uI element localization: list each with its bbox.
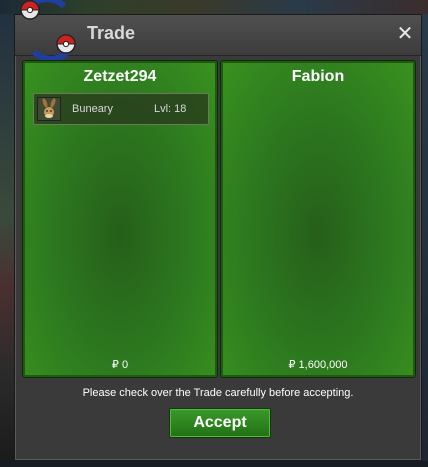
trade-notice: Please check over the Trade carefully be…	[82, 387, 354, 399]
trade-window: Trade ✕ Zetzet294 Buneary Lvl: 18 ₽ 0 Fa…	[14, 14, 422, 461]
accept-button[interactable]: Accept	[169, 408, 271, 438]
pokemon-level: Lvl: 18	[154, 103, 187, 115]
partner-offer-panel: Fabion ₽ 1,600,000	[221, 61, 415, 377]
own-money-offer: ₽ 0	[111, 359, 129, 371]
window-title: Trade	[87, 23, 136, 43]
offered-pokemon-item[interactable]: Buneary Lvl: 18	[33, 93, 209, 125]
own-offer-panel: Zetzet294 Buneary Lvl: 18 ₽ 0	[23, 61, 217, 377]
game-world-background-left	[0, 14, 14, 467]
partner-money-offer: ₽ 1,600,000	[288, 359, 348, 371]
game-world-background-bottom	[0, 461, 428, 467]
close-icon[interactable]: ✕	[393, 21, 417, 45]
game-world-background-right	[422, 14, 428, 467]
buneary-icon	[37, 97, 61, 121]
pokemon-name: Buneary	[72, 103, 113, 115]
own-player-name: Zetzet294	[83, 68, 157, 85]
partner-player-name: Fabion	[291, 68, 345, 85]
pokeball-logo-icon	[18, 0, 80, 62]
